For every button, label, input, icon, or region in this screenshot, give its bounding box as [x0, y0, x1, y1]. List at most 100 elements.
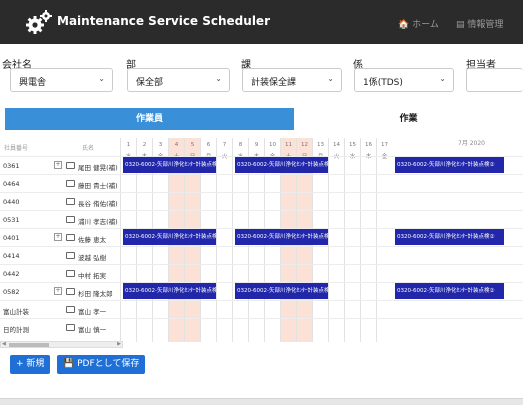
employee-id: 0401 — [3, 234, 20, 242]
folder-icon — [66, 162, 75, 169]
group-select-value: 1係(TDS) — [363, 78, 403, 88]
day-number: 3 — [158, 142, 163, 148]
day-number: 5 — [190, 142, 195, 148]
horizontal-scrollbar[interactable]: ◀ ▶ — [0, 341, 123, 348]
nav-info-link[interactable]: ▤ 情報管理 — [456, 17, 503, 30]
day-number: 14 — [333, 142, 340, 148]
schedule-event[interactable]: 0320-6002-矢部川浄化ｾﾝﾀｰ計装点検② — [235, 229, 328, 245]
schedule-event[interactable]: 0320-6002-矢部川浄化ｾﾝﾀｰ計装点検② — [395, 157, 504, 173]
day-number: 8 — [238, 142, 243, 148]
section-select-value: 計装保全課 — [251, 78, 297, 88]
day-number: 7 — [222, 142, 227, 148]
employee-name: 長谷 侑佑(補) — [78, 200, 118, 208]
employee-name: 浦川 孝志(補) — [78, 218, 118, 226]
day-number: 16 — [365, 142, 372, 148]
table-row[interactable]: 0414 波越 弘樹 — [0, 246, 523, 264]
folder-icon — [66, 216, 75, 223]
folder-icon — [66, 306, 75, 313]
employee-name: 尾田 健晃(補) — [78, 164, 118, 172]
day-number: 6 — [206, 142, 211, 148]
expand-icon[interactable]: + — [54, 161, 62, 169]
scroll-left-icon[interactable]: ◀ — [2, 341, 6, 347]
employee-id: 0582 — [3, 288, 20, 296]
day-number: 4 — [174, 142, 179, 148]
nav-home-link[interactable]: 🏠 ホーム — [398, 17, 439, 30]
schedule-event[interactable]: 0320-6002-矢部川浄化ｾﾝﾀｰ計装点検② — [123, 157, 216, 173]
folder-icon — [66, 288, 75, 295]
header-name: 氏名 — [82, 145, 95, 152]
chevron-down-icon: ⌄ — [327, 74, 334, 83]
chevron-down-icon: ⌄ — [98, 74, 105, 83]
info-icon: ▤ — [456, 20, 465, 30]
employee-id: 0464 — [3, 180, 20, 188]
schedule-event[interactable]: 0320-6002-矢部川浄化ｾﾝﾀｰ計装点検② — [123, 283, 216, 299]
table-row[interactable]: 日的計測 富山 慎一 — [0, 318, 523, 336]
schedule-event[interactable]: 0320-6002-矢部川浄化ｾﾝﾀｰ計装点検② — [395, 283, 504, 299]
gears-logo-icon — [26, 10, 52, 34]
schedule-event[interactable]: 0320-6002-矢部川浄化ｾﾝﾀｰ計装点検② — [123, 229, 216, 245]
employee-id: 富山計装 — [3, 308, 29, 316]
company-select-value: 興電舎 — [19, 78, 47, 88]
table-row[interactable]: 0531 浦川 孝志(補) — [0, 210, 523, 228]
folder-icon — [66, 324, 75, 331]
folder-icon — [66, 180, 75, 187]
day-number: 17 — [381, 142, 388, 148]
department-select[interactable]: 保全部 ⌄ — [127, 68, 230, 92]
app-title: Maintenance Service Scheduler — [57, 14, 270, 28]
scroll-right-icon[interactable]: ▶ — [117, 341, 121, 347]
table-row[interactable]: 0464 藤田 貴士(補) — [0, 174, 523, 192]
schedule-event[interactable]: 0320-6002-矢部川浄化ｾﾝﾀｰ計装点検② — [235, 283, 328, 299]
employee-name: 富山 慎一 — [78, 326, 107, 334]
table-row[interactable]: 0442 中村 拓実 — [0, 264, 523, 282]
department-select-value: 保全部 — [136, 78, 164, 88]
table-row[interactable]: 0440 長谷 侑佑(補) — [0, 192, 523, 210]
day-number: 13 — [317, 142, 324, 148]
schedule-grid: 7月 2020 1水2木3金4土5日6月7火8水9木10金11土12日13月14… — [0, 138, 523, 342]
tab-work[interactable]: 作業 — [294, 108, 523, 130]
chevron-down-icon: ⌄ — [215, 74, 222, 83]
folder-icon — [66, 198, 75, 205]
day-number: 2 — [142, 142, 147, 148]
tab-workers[interactable]: 作業員 — [5, 108, 294, 130]
employee-id: 0442 — [3, 270, 20, 278]
schedule-event[interactable]: 0320-6002-矢部川浄化ｾﾝﾀｰ計装点検② — [235, 157, 328, 173]
home-icon: 🏠 — [398, 20, 410, 30]
employee-id: 0440 — [3, 198, 20, 206]
section-select[interactable]: 計装保全課 ⌄ — [242, 68, 342, 92]
employee-name: 杉田 隆太郎 — [78, 290, 113, 298]
expand-icon[interactable]: + — [54, 233, 62, 241]
person-select[interactable] — [466, 68, 523, 92]
day-number: 11 — [285, 142, 292, 148]
employee-name: 藤田 貴士(補) — [78, 182, 118, 190]
new-button[interactable]: + 新規 — [10, 355, 51, 374]
app-root: Maintenance Service Scheduler 🏠 ホーム ▤ 情報… — [0, 0, 523, 405]
month-label: 7月 2020 — [458, 140, 485, 147]
group-select[interactable]: 1係(TDS) ⌄ — [354, 68, 454, 92]
day-number: 15 — [349, 142, 356, 148]
save-icon: 💾 — [63, 359, 75, 369]
employee-id: 0361 — [3, 162, 20, 170]
table-row[interactable]: 富山計装 富山 孝一 — [0, 300, 523, 318]
employee-name: 佐藤 恵太 — [78, 236, 107, 244]
schedule-event[interactable]: 0320-6002-矢部川浄化ｾﾝﾀｰ計装点検② — [395, 229, 504, 245]
day-number: 9 — [254, 142, 259, 148]
employee-id: 0414 — [3, 252, 20, 260]
navbar: Maintenance Service Scheduler 🏠 ホーム ▤ 情報… — [0, 0, 523, 44]
company-select[interactable]: 興電舎 ⌄ — [10, 68, 113, 92]
employee-id: 0531 — [3, 216, 20, 224]
employee-id: 日的計測 — [3, 326, 29, 334]
day-number: 10 — [269, 142, 276, 148]
save-pdf-label: PDFとして保存 — [77, 359, 140, 369]
header-employee-id: 社員番号 — [4, 145, 29, 152]
scroll-thumb[interactable] — [9, 343, 49, 347]
expand-icon[interactable]: + — [54, 287, 62, 295]
folder-icon — [66, 270, 75, 277]
folder-icon — [66, 252, 75, 259]
folder-icon — [66, 234, 75, 241]
bottom-scrollbar[interactable] — [0, 398, 523, 405]
save-pdf-button[interactable]: 💾 PDFとして保存 — [57, 355, 146, 374]
nav-home-label: ホーム — [412, 20, 439, 30]
nav-info-label: 情報管理 — [467, 20, 504, 30]
employee-name: 波越 弘樹 — [78, 254, 107, 262]
day-number: 12 — [301, 142, 308, 148]
